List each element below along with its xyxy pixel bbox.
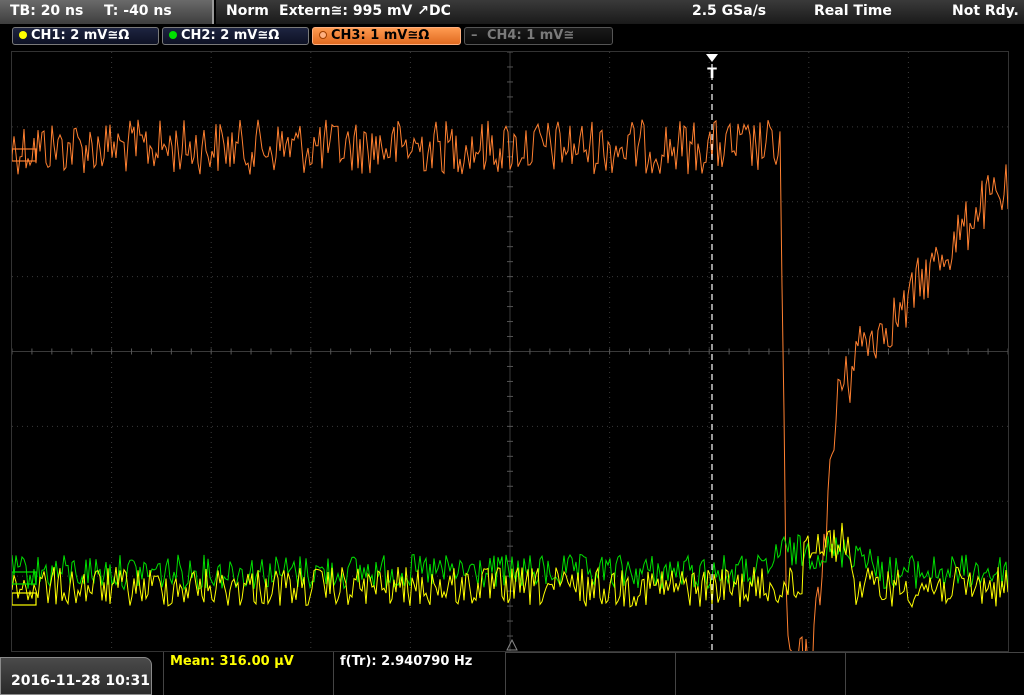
trigger-info-panel[interactable]: Norm Extern≅: 995 mV ↗DC 2.5 GSa/s Real … — [216, 0, 1024, 24]
frequency-measurement[interactable]: f(Tr): 2.940790 Hz — [333, 652, 505, 695]
channel-2-button[interactable]: CH2: 2 mV≅Ω — [162, 27, 309, 45]
trigger-source: Extern≅: 995 mV ↗DC — [279, 3, 451, 19]
measurement-slot-5[interactable] — [845, 652, 1024, 695]
channel-1-label: CH1: 2 mV≅Ω — [31, 28, 130, 43]
measurement-slot-3[interactable] — [505, 652, 675, 695]
channel-bar: CH1: 2 mV≅Ω CH2: 2 mV≅Ω CH3: 1 mV≅Ω – CH4… — [0, 25, 1024, 49]
trigger-marker-label: T — [707, 66, 717, 82]
channel-1-color-dot — [19, 31, 27, 39]
status-text: Not Rdy. — [952, 3, 1019, 19]
waveform-svg: T — [11, 51, 1009, 687]
trigger-mode: Norm — [226, 3, 269, 19]
bottom-marker-icon — [506, 638, 518, 651]
mean-value: Mean: 316.00 µV — [170, 654, 294, 669]
frequency-value: f(Tr): 2.940790 Hz — [340, 654, 473, 669]
channel-4-label: CH4: 1 mV≅ — [487, 28, 575, 43]
acquisition-mode: Real Time — [814, 3, 892, 19]
channel-4-button[interactable]: – CH4: 1 mV≅ — [464, 27, 613, 45]
channel-1-button[interactable]: CH1: 2 mV≅Ω — [12, 27, 159, 45]
channel-2-label: CH2: 2 mV≅Ω — [181, 28, 280, 43]
trigger-time-value: T: -40 ns — [104, 3, 172, 19]
waveform-display[interactable]: T — [11, 51, 1009, 687]
datetime-panel: 2016-11-28 10:31 — [0, 657, 152, 695]
top-status-bar: TB: 20 ns T: -40 ns Norm Extern≅: 995 mV… — [0, 0, 1024, 25]
channel-4-off-icon: – — [471, 28, 478, 43]
channel-2-color-dot — [169, 31, 177, 39]
sample-rate: 2.5 GSa/s — [692, 3, 767, 19]
measurement-slot-4[interactable] — [675, 652, 845, 695]
bottom-status-bar: 2016-11-28 10:31 Mean: 316.00 µV f(Tr): … — [0, 652, 1024, 695]
channel-3-label: CH3: 1 mV≅Ω — [331, 28, 430, 43]
timebase-panel[interactable]: TB: 20 ns T: -40 ns — [0, 0, 214, 24]
datetime-value: 2016-11-28 10:31 — [11, 673, 150, 689]
mean-measurement[interactable]: Mean: 316.00 µV — [163, 652, 333, 695]
channel-3-color-dot — [319, 31, 327, 39]
markers: T — [11, 54, 718, 651]
trigger-arrow-icon — [706, 54, 718, 62]
timebase-value: TB: 20 ns — [10, 3, 84, 19]
channel-3-button[interactable]: CH3: 1 mV≅Ω — [312, 27, 461, 45]
